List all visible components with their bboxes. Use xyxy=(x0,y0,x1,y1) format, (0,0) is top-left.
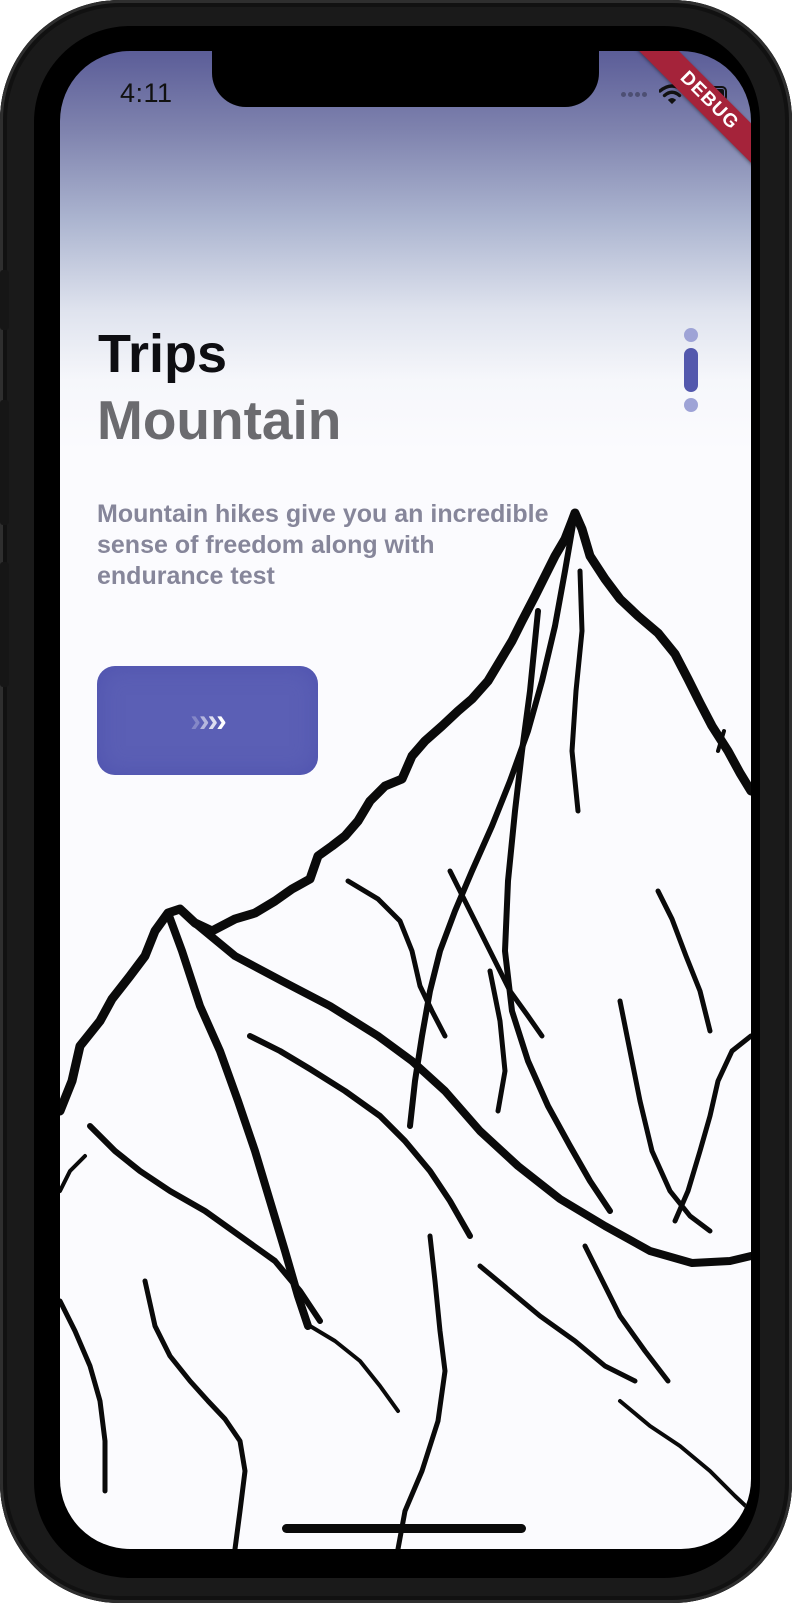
mountain-illustration xyxy=(60,508,751,1549)
volume-down-button xyxy=(0,562,9,687)
mountain-ridge-h xyxy=(655,888,713,1034)
next-button[interactable]: ›››› xyxy=(97,666,318,775)
mountain-ridge-b xyxy=(191,919,751,1267)
mountain-ridge-e xyxy=(569,568,585,814)
mountain-ridge-o xyxy=(395,1233,448,1549)
mountain-ridge-s xyxy=(618,1399,751,1513)
home-indicator[interactable] xyxy=(282,1524,526,1533)
mountain-ridge-c xyxy=(407,510,578,1129)
mountain-ridge-t xyxy=(60,1154,87,1193)
mountain-ridge-l xyxy=(247,1033,473,1239)
app-screen: 4:11 DEBUG Trips Mountain Mountain hikes… xyxy=(60,51,751,1549)
mute-switch xyxy=(0,270,9,330)
camera-notch xyxy=(212,51,599,107)
mountain-main-ridge xyxy=(60,508,751,1116)
mountain-ridge-j xyxy=(672,1033,751,1224)
volume-up-button xyxy=(0,400,9,525)
page-title: Trips xyxy=(98,324,228,384)
mountain-ridge-n xyxy=(60,1298,108,1494)
page-indicator xyxy=(684,328,698,412)
status-time: 4:11 xyxy=(120,78,173,108)
mountain-ridge-i xyxy=(617,998,713,1234)
mountain-ridge-m xyxy=(142,1278,248,1549)
mountain-ridge-k xyxy=(87,1123,323,1324)
mountain-ridge-a xyxy=(164,909,312,1330)
page-dot-active[interactable] xyxy=(684,348,698,392)
page-dot[interactable] xyxy=(684,328,698,342)
mountain-ridge-q xyxy=(477,1263,638,1384)
page-dot[interactable] xyxy=(684,398,698,412)
trip-description: Mountain hikes give you an incredible se… xyxy=(97,500,549,590)
signal-dots-icon xyxy=(621,91,647,97)
page-subtitle: Mountain xyxy=(97,389,342,451)
mountain-ridge-p xyxy=(308,1324,400,1413)
mountain-ridge-u xyxy=(487,968,508,1114)
phone-frame: 4:11 DEBUG Trips Mountain Mountain hikes… xyxy=(0,0,792,1603)
mountain-ridge-f xyxy=(345,878,448,1039)
mountain-ridge-d xyxy=(502,608,613,1214)
chevrons-right-icon: ›››› xyxy=(190,702,227,738)
